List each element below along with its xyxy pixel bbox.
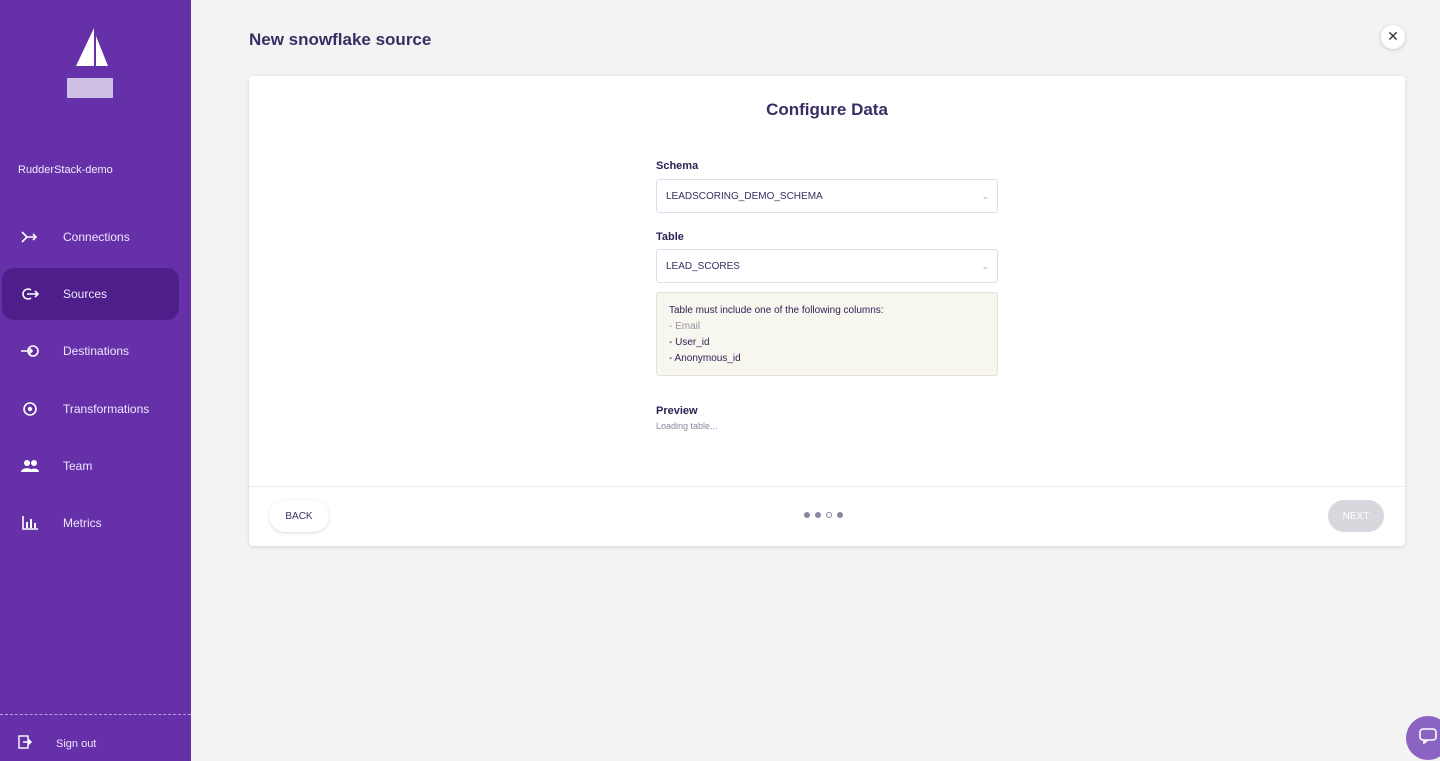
table-value: LEAD_SCORES — [666, 260, 740, 272]
close-icon: ✕ — [1387, 29, 1399, 45]
sidebar-item-metrics[interactable]: Metrics — [2, 497, 179, 549]
sidebar-item-label: Connections — [63, 230, 130, 244]
table-select[interactable]: LEAD_SCORES ⌄ — [656, 249, 998, 283]
sidebar-item-label: Sources — [63, 287, 108, 301]
sign-out-icon — [18, 735, 32, 752]
sidebar-item-label: Transformations — [63, 402, 150, 416]
step-dot-current — [826, 512, 832, 518]
sidebar: RudderStack-demo Connections Sources Des… — [0, 0, 191, 761]
step-dot — [815, 512, 821, 518]
preview-label: Preview — [656, 405, 698, 417]
sidebar-item-label: Team — [63, 459, 93, 473]
card-title: Configure Data — [766, 100, 888, 119]
step-dot — [804, 512, 810, 518]
page-title: New snowflake source — [249, 30, 432, 49]
notice-column-user-id: - User_id — [669, 337, 710, 348]
schema-label: Schema — [656, 160, 699, 172]
notice-column-anonymous-id: - Anonymous_id — [669, 353, 741, 364]
sign-out-label: Sign out — [56, 737, 97, 750]
connections-icon — [20, 227, 40, 247]
close-button[interactable]: ✕ — [1381, 25, 1405, 49]
sign-out-button[interactable]: Sign out — [18, 735, 96, 752]
schema-select[interactable]: LEADSCORING_DEMO_SCHEMA ⌄ — [656, 179, 998, 213]
configure-data-card: Configure Data Schema LEADSCORING_DEMO_S… — [249, 76, 1405, 546]
notice-column-email: - Email — [669, 321, 701, 332]
sidebar-item-transformations[interactable]: Transformations — [2, 383, 179, 435]
step-indicator — [804, 512, 843, 518]
workspace-name[interactable]: RudderStack-demo — [18, 164, 113, 176]
sources-icon — [20, 284, 40, 304]
sidebar-item-destinations[interactable]: Destinations — [2, 325, 179, 377]
card-footer-divider — [249, 486, 1405, 487]
sail-logo-icon — [76, 28, 108, 66]
back-button[interactable]: BACK — [269, 500, 329, 532]
chevron-down-icon: ⌄ — [981, 191, 989, 201]
sidebar-divider — [0, 714, 191, 715]
logo-wordmark-placeholder — [67, 78, 113, 98]
next-button[interactable]: NEXT — [1328, 500, 1384, 532]
chat-launcher-button[interactable] — [1406, 716, 1440, 760]
sidebar-item-connections[interactable]: Connections — [2, 211, 179, 263]
schema-value: LEADSCORING_DEMO_SCHEMA — [666, 190, 823, 202]
metrics-icon — [20, 513, 40, 533]
sidebar-item-team[interactable]: Team — [2, 440, 179, 492]
chevron-down-icon: ⌄ — [981, 261, 989, 271]
table-label: Table — [656, 231, 684, 243]
required-columns-notice: Table must include one of the following … — [656, 292, 998, 376]
transformations-icon — [20, 399, 40, 419]
sidebar-item-label: Destinations — [63, 344, 130, 358]
chat-icon — [1419, 728, 1437, 748]
destinations-icon — [20, 341, 40, 361]
sidebar-item-sources[interactable]: Sources — [2, 268, 179, 320]
team-icon — [20, 456, 40, 476]
rudderstack-logo[interactable] — [67, 28, 113, 100]
sidebar-item-label: Metrics — [63, 516, 102, 530]
notice-intro: Table must include one of the following … — [669, 305, 884, 316]
step-dot — [837, 512, 843, 518]
preview-status: Loading table... — [656, 421, 718, 431]
